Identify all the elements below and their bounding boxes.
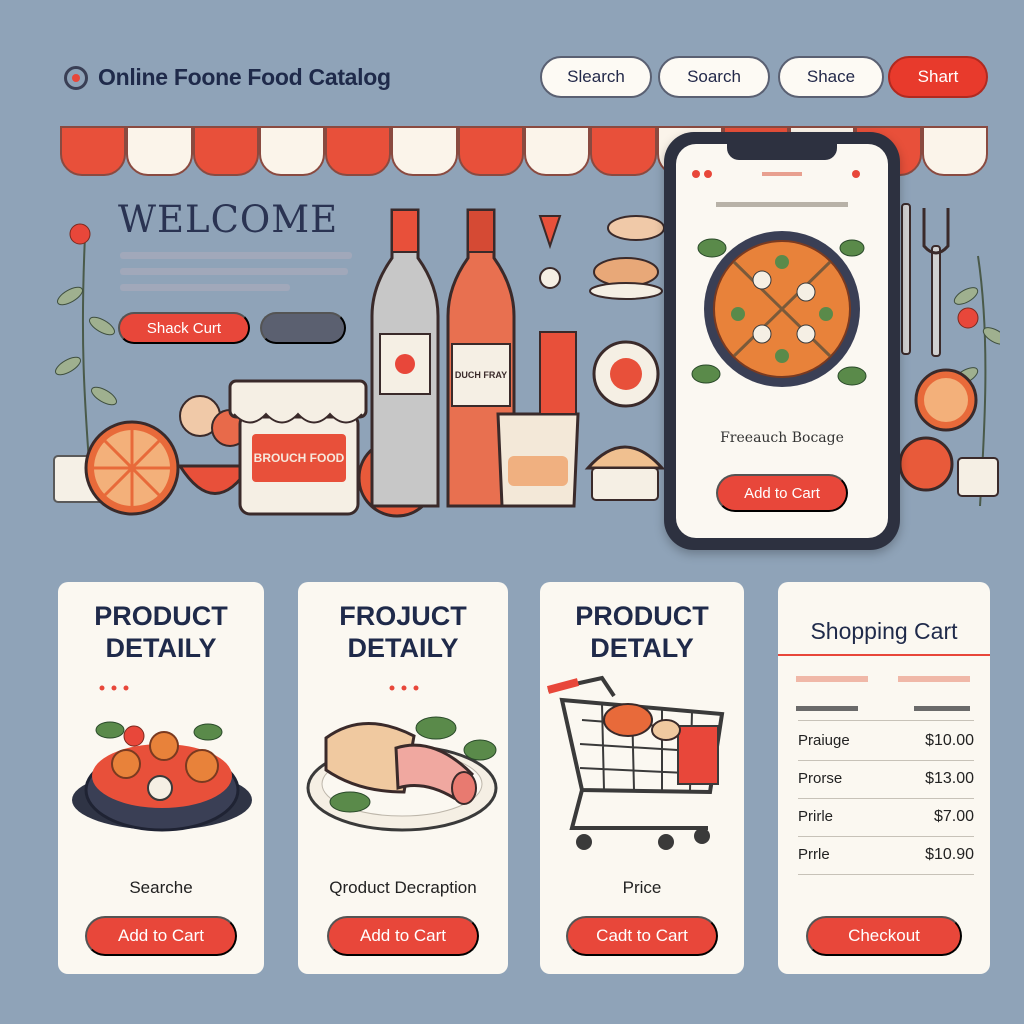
- cart-item-name: Prirle: [798, 808, 834, 825]
- phone-add-to-cart-button[interactable]: Add to Cart: [716, 474, 848, 512]
- cart-item-name: Prrle: [798, 846, 830, 863]
- card-caption: Searche: [129, 878, 193, 897]
- product-card: PRODUCT DETALY Price Cadt to Cart: [540, 582, 744, 974]
- card-title: PRODUCT DETALY: [575, 601, 709, 663]
- logo-icon: [64, 65, 88, 90]
- cart-item-name: Praiuge: [798, 732, 850, 749]
- nav-search-button-2[interactable]: Soarch: [658, 56, 770, 98]
- top-bar: Online Foone Food Catalog Slearch Soarch…: [60, 52, 1000, 104]
- bottle-icon: [370, 208, 440, 508]
- card-title: FROJUCT DETAILY: [339, 601, 467, 663]
- cart-item-name: Prorse: [798, 770, 843, 787]
- card-title: PRODUCT DETAILY: [94, 601, 228, 663]
- cart-divider: [798, 720, 974, 721]
- nav-share-button[interactable]: Shace: [778, 56, 884, 98]
- cart-subheader: [796, 706, 858, 711]
- awning-stripe: [523, 126, 591, 176]
- cart-subheader: [914, 706, 970, 711]
- awning-stripe: [258, 126, 326, 176]
- phone-screen: Freeauch Bocage Add to Cart: [676, 144, 888, 538]
- bottle-label: DUCH FRAY: [454, 369, 508, 380]
- phone-product-name: Freeauch Bocage: [720, 430, 844, 446]
- phone-mockup: Freeauch Bocage Add to Cart: [664, 132, 900, 550]
- orange-slice-icon: [84, 420, 180, 516]
- nav-start-button[interactable]: Shart: [888, 56, 988, 98]
- jar-label: BROUCH FOOD: [253, 451, 345, 465]
- cart-item-price: $10.00: [925, 732, 974, 749]
- awning-stripe: [325, 126, 392, 176]
- shopping-cart-icon[interactable]: [542, 660, 728, 864]
- product-card: FROJUCT DETAILY Qroduct Decraption Add t…: [298, 582, 508, 974]
- hero-text-line: [120, 252, 352, 259]
- rolls-plate-icon[interactable]: [304, 680, 502, 850]
- awning-stripe: [192, 126, 259, 176]
- cart-column-header: [898, 676, 970, 682]
- add-to-cart-button[interactable]: Add to Cart: [85, 916, 237, 956]
- awning-stripe: [126, 126, 193, 176]
- hero-text-line: [120, 268, 348, 275]
- add-to-cart-button[interactable]: Add to Cart: [327, 916, 479, 956]
- hero-text-line: [120, 284, 290, 291]
- welcome-heading: WELCOME: [118, 198, 339, 241]
- product-card: PRODUCT DETAILY Searche Add to Cart: [58, 582, 264, 974]
- card-caption: Price: [622, 878, 662, 897]
- checkout-button[interactable]: Checkout: [806, 916, 962, 956]
- cart-divider: [798, 874, 974, 875]
- cart-item-price: $13.00: [925, 770, 974, 787]
- cart-item: Prrle $10.90: [798, 846, 974, 864]
- cart-item: Prorse $13.00: [798, 770, 974, 788]
- shop-cart-button[interactable]: Shack Curt: [118, 312, 250, 344]
- cart-item-price: $7.00: [933, 808, 974, 825]
- cart-divider: [798, 836, 974, 837]
- cart-header-divider: [778, 654, 990, 656]
- awning-stripe: [921, 126, 988, 176]
- cart-divider: [798, 798, 974, 799]
- plate-icon: [592, 340, 660, 408]
- secondary-hero-button[interactable]: [260, 312, 346, 344]
- awning-stripe: [391, 126, 458, 176]
- app-title: Online Foone Food Catalog: [98, 64, 391, 90]
- awning-stripe: [457, 126, 524, 176]
- plant-icon: [898, 255, 1000, 507]
- cart-item: Prirle $7.00: [798, 808, 974, 826]
- cart-title: Shopping Cart: [810, 618, 958, 644]
- herb-icon: [538, 215, 562, 289]
- cart-column-header: [796, 676, 868, 682]
- card-caption: Qroduct Decraption: [329, 878, 477, 897]
- awning-stripe: [60, 126, 127, 176]
- cart-item: Praiuge $10.00: [798, 732, 974, 750]
- brand[interactable]: Online Foone Food Catalog: [64, 64, 391, 91]
- sandwich-icon: [589, 215, 665, 300]
- nav-search-button[interactable]: Slearch: [540, 56, 652, 98]
- awning-stripe: [590, 126, 657, 176]
- cart-divider: [798, 760, 974, 761]
- add-to-cart-button[interactable]: Cadt to Cart: [566, 916, 718, 956]
- shopping-cart-panel: Shopping Cart Praiuge $10.00 Prorse $13.…: [778, 582, 990, 974]
- bread-icon: [584, 445, 666, 501]
- stew-bowl-icon[interactable]: [68, 680, 254, 850]
- cutlery-icon: [901, 203, 950, 357]
- cart-item-price: $10.90: [925, 846, 974, 863]
